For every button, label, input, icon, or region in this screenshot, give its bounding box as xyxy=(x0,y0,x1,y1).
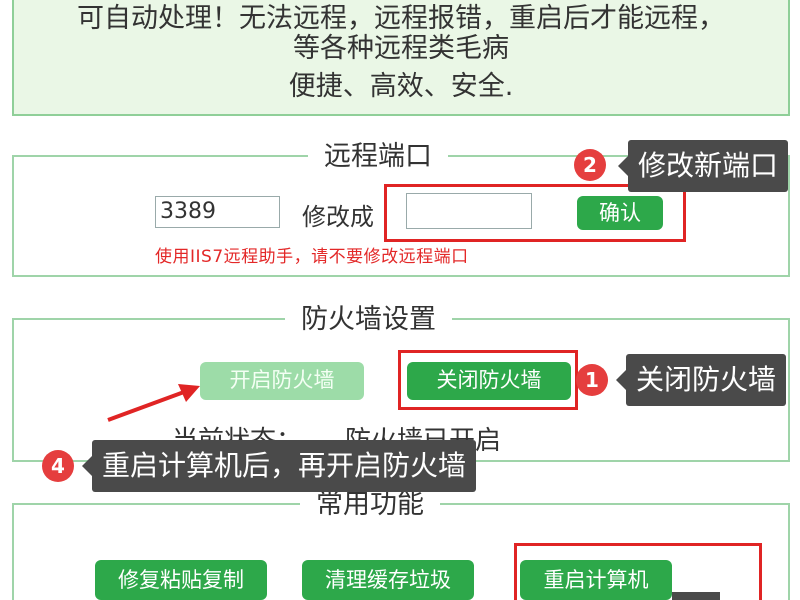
step-2-text: 修改新端口 xyxy=(638,149,779,182)
step-2-badge: 2 xyxy=(574,149,606,181)
intro-line-2: 等各种远程类毛病 xyxy=(293,33,509,64)
current-port-input[interactable]: 3389 xyxy=(155,196,280,228)
change-to-label: 修改成 xyxy=(302,203,374,231)
disable-firewall-highlight-box xyxy=(398,350,578,410)
enable-firewall-button[interactable]: 开启防火墙 xyxy=(200,362,364,400)
step-2-callout: 修改新端口 xyxy=(618,140,789,192)
port-warning-text: 使用IIS7远程助手，请不要修改远程端口 xyxy=(155,247,469,267)
step-1-callout: 关闭防火墙 xyxy=(616,354,787,406)
fix-paste-copy-button[interactable]: 修复粘贴复制 xyxy=(95,560,267,600)
step-4-text: 重启计算机后，再开启防火墙 xyxy=(102,449,467,482)
firewall-title: 防火墙设置 xyxy=(285,303,452,337)
partial-callout xyxy=(672,592,720,600)
callout-pointer xyxy=(618,156,628,176)
step-1-text: 关闭防火墙 xyxy=(636,363,777,396)
clean-cache-button[interactable]: 清理缓存垃圾 xyxy=(302,560,474,600)
common-functions-title: 常用功能 xyxy=(300,488,440,522)
step-4-callout: 重启计算机后，再开启防火墙 xyxy=(82,440,477,492)
restart-highlight-box xyxy=(514,543,762,600)
step-1-badge: 1 xyxy=(576,364,608,396)
callout-pointer xyxy=(616,370,626,390)
port-highlight-box xyxy=(384,184,686,242)
intro-panel: 可自动处理！无法远程，远程报错，重启后才能远程， 等各种远程类毛病 便捷、高效、… xyxy=(12,0,790,116)
step-4-badge: 4 xyxy=(42,450,74,482)
remote-port-title: 远程端口 xyxy=(308,140,448,174)
intro-line-3: 便捷、高效、安全. xyxy=(288,71,514,102)
arrow-icon xyxy=(107,384,200,422)
callout-pointer xyxy=(82,456,92,476)
